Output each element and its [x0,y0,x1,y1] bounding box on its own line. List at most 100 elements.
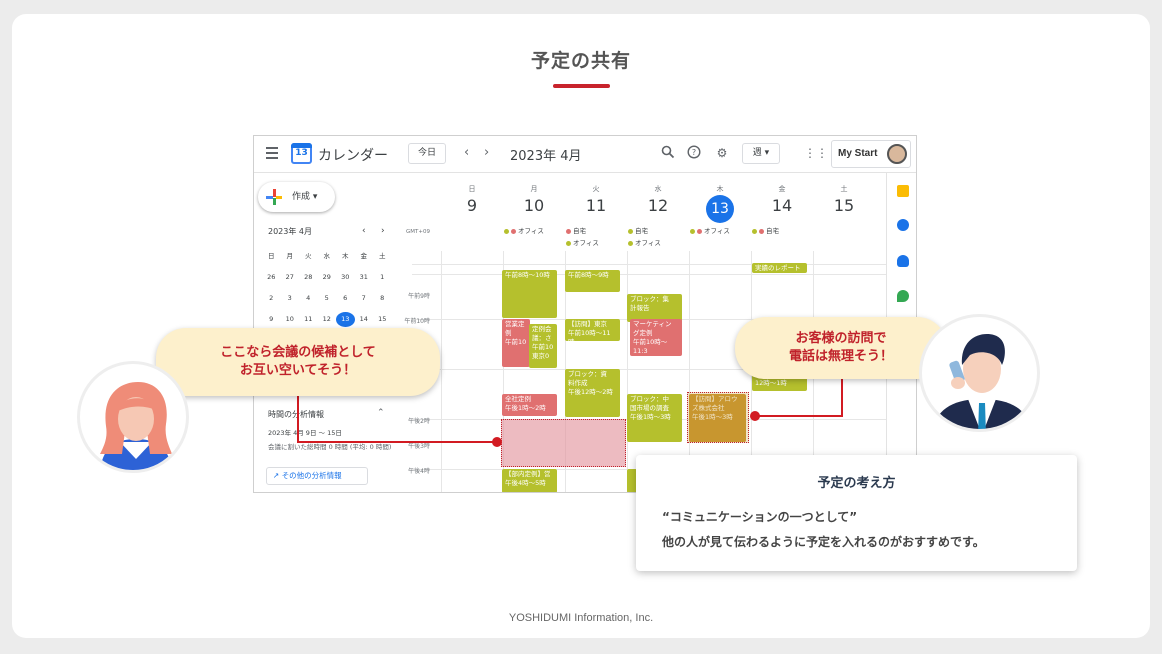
mini-weekday-header: 木 [342,252,349,260]
mini-calendar-month: 2023年 4月 [268,227,312,236]
event-wed-block[interactable]: ブロック：集 計報告 [627,294,682,322]
event-wed-block2[interactable]: ブロック：中 国市場の調査 午後1時～3時 [627,394,682,442]
day-number[interactable]: 9 [441,196,503,215]
event-tue-visit[interactable]: 【訪問】東京午前10時～11時 [565,319,620,341]
mini-day[interactable]: 28 [299,270,318,285]
event-mon-regular[interactable]: 定例会 議：さ 午前10 東京0 [529,324,557,368]
day-column-header[interactable]: 水 12 [627,184,689,215]
hour-label: 午後2時 [408,418,430,425]
mini-day[interactable]: 5 [318,291,337,306]
mini-day[interactable]: 2 [262,291,281,306]
create-label: 作成 [292,192,311,202]
mini-day[interactable]: 11 [299,312,318,327]
mini-prev-icon[interactable]: ‹ [362,226,366,236]
menu-icon[interactable] [266,147,278,159]
mini-day[interactable]: 6 [336,291,355,306]
contacts-icon[interactable] [897,255,909,267]
event-mon-company[interactable]: 全社定例 午後1時～2時 [502,394,557,416]
mini-day[interactable]: 7 [355,291,374,306]
tasks-icon[interactable] [897,219,909,231]
vline [441,251,442,492]
plus-icon [266,189,282,205]
day-number[interactable]: 15 [813,196,875,215]
connector-dot [492,437,502,447]
prev-week-icon[interactable]: ‹ [464,145,469,160]
day-number[interactable]: 13 [706,195,734,223]
busy-slot-highlight [687,392,749,443]
timezone-label: GMT+09 [406,229,430,235]
mini-day[interactable]: 8 [373,291,392,306]
day-number[interactable]: 10 [503,196,565,215]
mini-day[interactable]: 29 [318,270,337,285]
day-number[interactable]: 14 [751,196,813,215]
event-wed-marketing[interactable]: マーケティン グ定例 午前10時～11:3 [630,319,682,356]
left-callout: ここなら会議の候補として お互い空いてそう！ [156,328,440,396]
day-column-header[interactable]: 火 11 [565,184,627,215]
mini-next-icon[interactable]: › [381,226,385,236]
today-button[interactable]: 今日 [408,143,446,164]
mini-day[interactable]: 30 [336,270,355,285]
account-avatar[interactable] [887,144,907,164]
mini-day[interactable]: 4 [299,291,318,306]
mini-day[interactable]: 27 [281,270,300,285]
day-number[interactable]: 11 [565,196,627,215]
day-column-header[interactable]: 土 15 [813,184,875,215]
mini-day[interactable]: 14 [355,312,374,327]
day-column-header[interactable]: 木 13 [689,184,751,223]
mini-day[interactable]: 1 [373,270,392,285]
event-mon-morning[interactable]: 午前8時～10時 [502,270,557,318]
info-title: 予定の考え方 [817,476,896,491]
mini-day[interactable]: 9 [262,312,281,327]
location-thu: オフィス [690,225,730,235]
info-line-2: 他の人が見て伝わるように予定を入れるのがおすすめです。 [662,535,985,549]
day-column-header[interactable]: 日9 [441,184,503,215]
event-mon-sales[interactable]: 営業定例 午前10 [502,319,530,367]
day-number[interactable]: 12 [627,196,689,215]
gear-icon[interactable]: ⚙ [714,145,730,161]
keep-icon[interactable] [897,185,909,197]
day-column-header[interactable]: 金 14 [751,184,813,215]
mini-day[interactable]: 12 [318,312,337,327]
view-selector[interactable]: 週 ▾ [742,143,780,164]
man-avatar [919,314,1040,432]
day-column-header[interactable]: 月 10 [503,184,565,215]
create-button[interactable]: 作成 ▾ [258,182,335,212]
analysis-title: 時間の分析情報 [268,410,324,419]
brand-label: My Start [838,148,878,159]
mini-day[interactable]: 10 [281,312,300,327]
mini-weekday-header: 月 [286,252,294,260]
brand-logo: My Start [831,140,911,168]
footer-company: YOSHIDUMI Information, Inc. [508,612,654,624]
more-analysis-button[interactable]: ↗ その他の分析情報 [266,467,368,485]
right-callout: お客様の訪問で 電話は無理そう！ [735,317,947,379]
app-name: カレンダー [318,148,388,164]
event-mon-dept[interactable]: 【部内定例】営 午後4時～5時 [502,469,557,492]
gridline [412,274,886,275]
info-line-1: “コミュニケーションの一つとして” [662,510,858,524]
day-of-week: 金 [778,185,786,193]
mini-weekday-header: 水 [323,252,331,260]
maps-icon[interactable] [897,290,909,302]
mini-day[interactable]: 3 [281,291,300,306]
mini-day[interactable]: 15 [373,312,392,327]
mini-weekday-header: 日 [268,252,275,260]
chevron-up-icon[interactable]: ⌃ [377,408,385,418]
mini-day[interactable]: 26 [262,270,281,285]
event-tue-morning[interactable]: 午前8時～9時 [565,270,620,292]
connector-line [297,441,499,443]
title-underline [553,84,610,88]
event-tue-block[interactable]: ブロック：資 料作成 午後12時～2時 [565,369,620,417]
right-callout-line1: お客様の訪問で [795,331,887,346]
next-week-icon[interactable]: › [484,145,489,160]
search-icon[interactable] [660,145,676,161]
location-mon: オフィス [504,225,544,235]
mini-day[interactable]: 13 [336,312,355,327]
day-of-week: 日 [468,185,476,193]
calendar-logo-icon: 13 [291,143,312,164]
event-fri-report[interactable]: 実績のレポート [752,263,807,273]
more-analysis-label: その他の分析情報 [281,471,342,480]
apps-grid-icon[interactable]: ⋮⋮ [804,145,828,161]
help-icon[interactable]: ? [686,145,702,161]
analysis-text: 会議に割いた総時間 0 時間 (平均: 0 時間) [268,443,392,451]
mini-day[interactable]: 31 [355,270,374,285]
